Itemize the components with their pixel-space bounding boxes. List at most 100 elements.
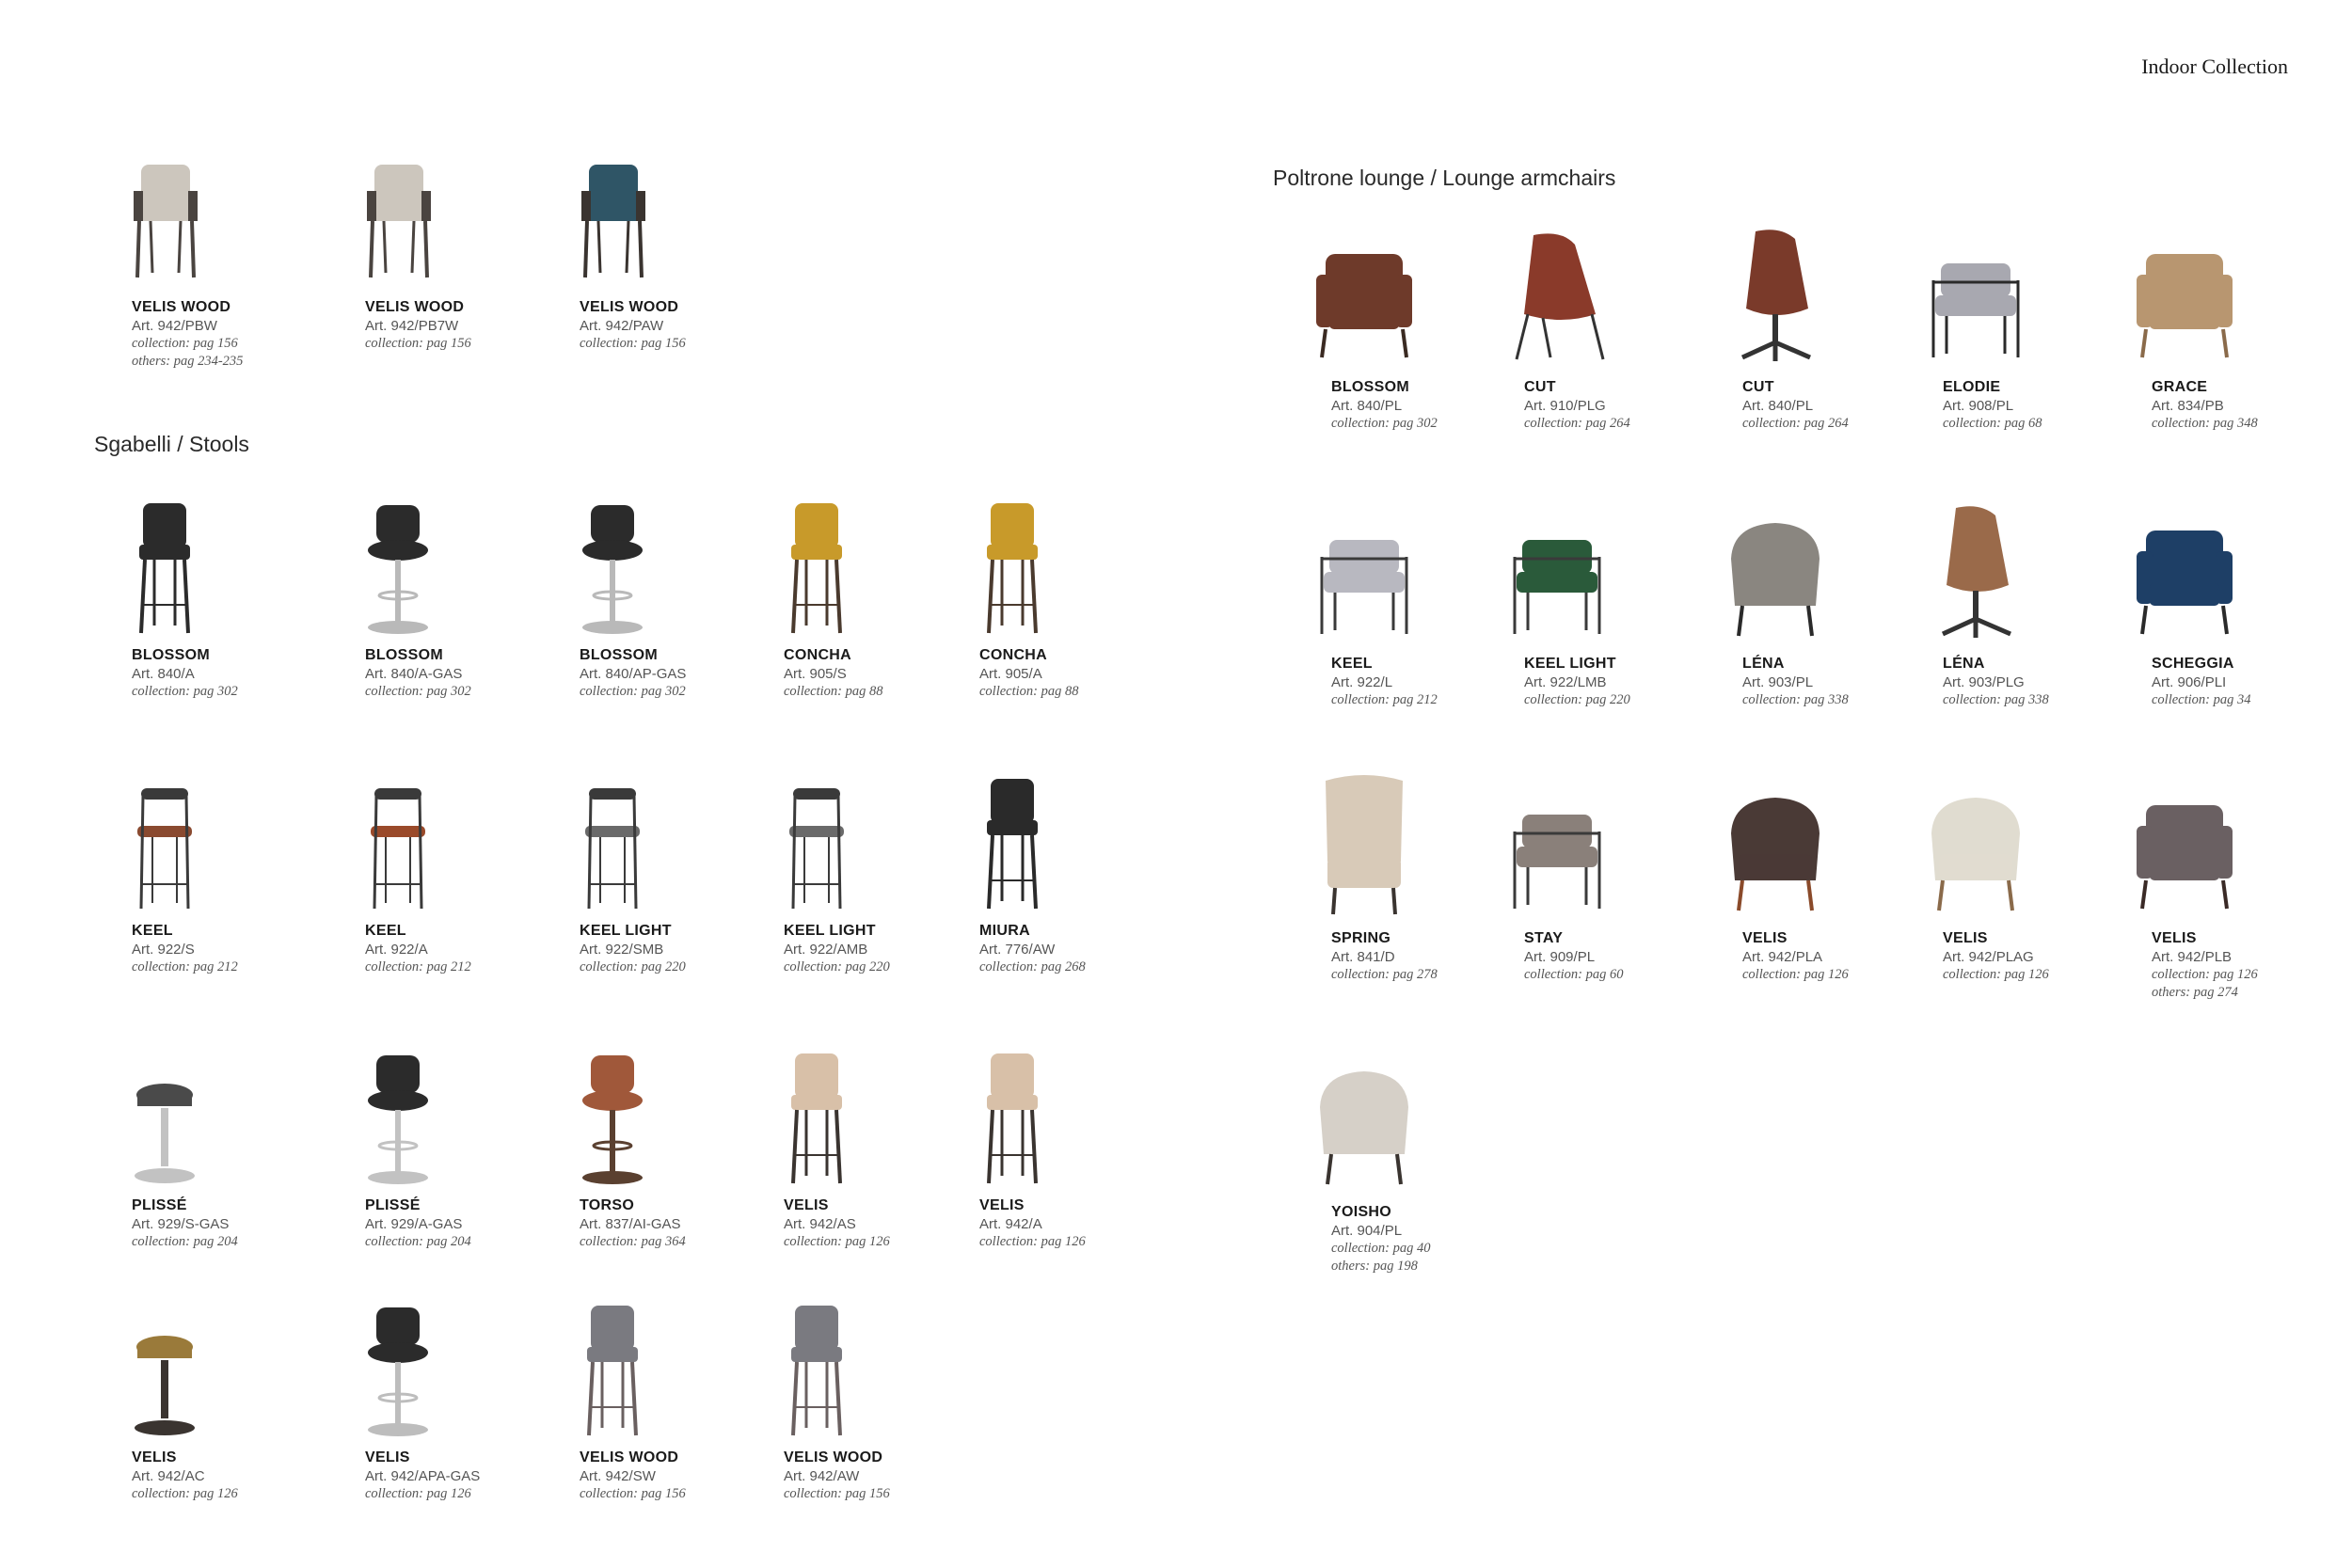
product-caption: KEEL LIGHT Art. 922/AMB collection: pag 22… [784,922,953,976]
product-caption: ELODIE Art. 908/PL collection: pag 68 [1943,378,2112,433]
product-name: VELIS [784,1197,829,1213]
bar-stool-icon [942,484,1083,640]
product-caption: PLISSÉ Art. 929/A-GAS collection: pag 204 [365,1196,534,1251]
product-article: Art. 908/PL [1943,398,2014,414]
round-stool-icon [94,1287,235,1442]
product-name: VELIS WOOD [784,1449,883,1465]
product-name: CUT [1742,379,1774,395]
product-collection-page: collection: pag 40 [1331,1241,1431,1256]
product-name: VELIS [979,1197,1025,1213]
product-name: PLISSÉ [132,1197,187,1213]
product-collection-page: collection: pag 88 [979,684,1079,699]
product-caption: BLOSSOM Art. 840/PL collection: pag 302 [1331,378,1501,433]
product-caption: PLISSÉ Art. 929/S-GAS collection: pag 204 [132,1196,301,1251]
product-item: CUT Art. 840/PL collection: pag 264 [1705,216,1893,431]
product-collection-page: collection: pag 126 [132,1486,238,1501]
product-collection-page: collection: pag 204 [132,1234,238,1249]
product-article: Art. 905/A [979,666,1042,682]
product-item: LÉNA Art. 903/PL collection: pag 338 [1705,493,1893,707]
product-collection-page: collection: pag 126 [2152,967,2258,982]
product-article: Art. 840/PL [1331,398,1403,414]
frame-armchair-icon [1294,493,1435,648]
product-caption: STAY Art. 909/PL collection: pag 60 [1524,929,1693,984]
product-name: KEEL LIGHT [580,923,672,939]
product-collection-page: collection: pag 212 [365,959,471,974]
product-name: VELIS [2152,930,2197,946]
product-item: BLOSSOM Art. 840/AP-GAS collection: pag 30… [542,484,730,699]
product-caption: VELIS Art. 942/PLAG collection: pag 126 [1943,929,2112,984]
product-caption: KEEL LIGHT Art. 922/SMB collection: pag 22… [580,922,749,976]
metal-stool-icon [327,760,469,915]
product-item: KEEL LIGHT Art. 922/AMB collection: pag 22… [746,760,934,974]
product-caption: BLOSSOM Art. 840/A collection: pag 302 [132,646,301,701]
product-article: Art. 942/PLA [1742,949,1823,965]
product-caption: CONCHA Art. 905/S collection: pag 88 [784,646,953,701]
product-collection-page: collection: pag 126 [784,1234,890,1249]
product-collection-page: collection: pag 126 [1742,967,1849,982]
product-caption: VELIS Art. 942/PLB collection: pag 126 othe… [2152,929,2321,1002]
product-caption: VELIS WOOD Art. 942/SW collection: pag 156 [580,1449,749,1503]
product-item: VELIS WOOD Art. 942/SW collection: pag 156 [542,1287,730,1501]
gas-stool-icon [542,484,683,640]
metal-stool-icon [542,760,683,915]
product-article: Art. 942/AS [784,1216,856,1232]
product-collection-page: collection: pag 268 [979,959,1086,974]
product-collection-page: collection: pag 302 [1331,416,1438,431]
product-collection-page: collection: pag 126 [979,1234,1086,1249]
bar-stool-icon [542,1287,683,1442]
shell-chair-icon [1486,216,1628,372]
product-item: YOISHO Art. 904/PL collection: pag 40 other… [1294,1041,1482,1274]
product-item: MIURA Art. 776/AW collection: pag 268 [942,760,1130,974]
round-stool-icon [94,1035,235,1190]
product-article: Art. 903/PL [1742,674,1814,690]
product-caption: SPRING Art. 841/D collection: pag 278 [1331,929,1501,984]
gas-stool-icon [327,484,469,640]
product-name: ELODIE [1943,379,2001,395]
product-caption: BLOSSOM Art. 840/AP-GAS collection: pag 30… [580,646,749,701]
product-name: GRACE [2152,379,2208,395]
product-item: VELIS Art. 942/PLAG collection: pag 126 [1905,768,2093,982]
product-item: ELODIE Art. 908/PL collection: pag 68 [1905,216,2093,431]
product-collection-page: collection: pag 156 [132,336,238,351]
product-article: Art. 942/A [979,1216,1042,1232]
product-name: LÉNA [1742,656,1785,672]
metal-stool-icon [94,760,235,915]
product-collection-page: collection: pag 264 [1524,416,1630,431]
product-collection-page: collection: pag 68 [1943,416,2042,431]
page-title: Indoor Collection [2141,55,2288,78]
gas-stool-icon [327,1287,469,1442]
product-collection-page: collection: pag 156 [580,336,686,351]
bar-stool-icon [746,484,887,640]
product-caption: CUT Art. 910/PLG collection: pag 264 [1524,378,1693,433]
product-item: BLOSSOM Art. 840/PL collection: pag 302 [1294,216,1482,431]
product-name: KEEL [1331,656,1373,672]
product-caption: BLOSSOM Art. 840/A-GAS collection: pag 302 [365,646,534,701]
bar-stool-icon [942,1035,1083,1190]
product-article: Art. 929/S-GAS [132,1216,230,1232]
product-item: CONCHA Art. 905/A collection: pag 88 [942,484,1130,699]
metal-stool-icon [746,760,887,915]
product-caption: KEEL Art. 922/S collection: pag 212 [132,922,301,976]
swivel-chair-icon [1905,493,2046,648]
product-item: KEEL LIGHT Art. 922/SMB collection: pag 22… [542,760,730,974]
product-name: VELIS [365,1449,410,1465]
lounge-chair-icon [2114,768,2255,923]
product-article: Art. 840/A-GAS [365,666,463,682]
product-collection-page: collection: pag 348 [2152,416,2258,431]
product-collection-page: collection: pag 156 [784,1486,890,1501]
product-collection-page: collection: pag 212 [1331,692,1438,707]
product-article: Art. 906/PLI [2152,674,2227,690]
product-name: CONCHA [784,647,852,663]
product-caption: SCHEGGIA Art. 906/PLI collection: pag 34 [2152,655,2321,709]
product-collection-page: collection: pag 278 [1331,967,1438,982]
product-caption: VELIS Art. 942/AS collection: pag 126 [784,1196,953,1251]
product-article: Art. 840/A [132,666,195,682]
product-collection-page: collection: pag 204 [365,1234,471,1249]
product-article: Art. 922/AMB [784,942,868,958]
product-article: Art. 942/PB7W [365,318,459,334]
product-article: Art. 840/AP-GAS [580,666,687,682]
product-item: CONCHA Art. 905/S collection: pag 88 [746,484,934,699]
product-item: VELIS Art. 942/PLA collection: pag 126 [1705,768,1893,982]
product-name: BLOSSOM [365,647,443,663]
product-article: Art. 905/S [784,666,847,682]
